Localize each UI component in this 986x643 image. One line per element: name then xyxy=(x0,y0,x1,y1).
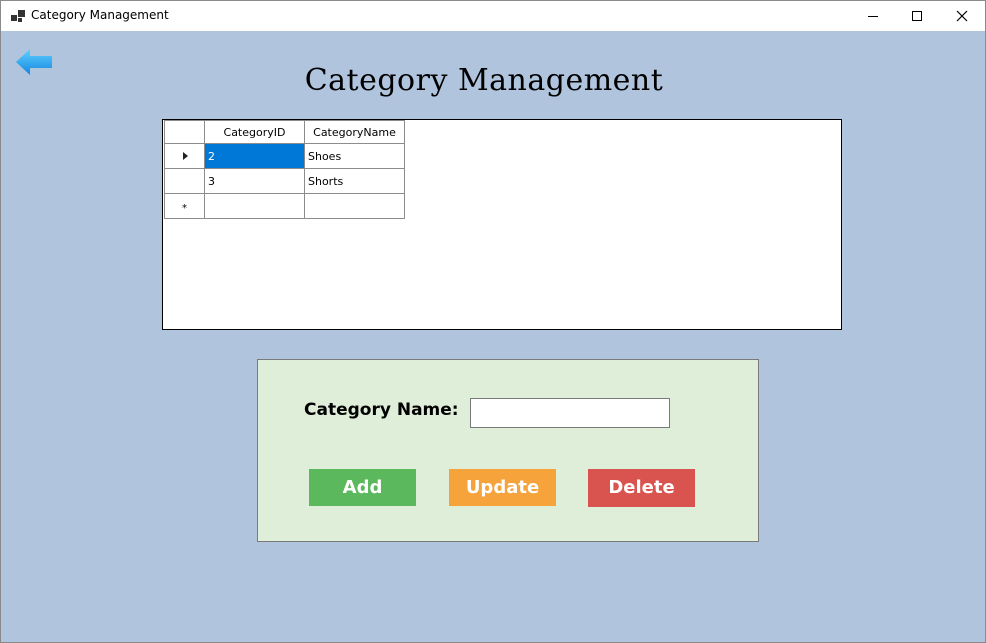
category-name-label: Category Name: xyxy=(304,400,459,420)
close-icon xyxy=(956,10,968,22)
window-title: Category Management xyxy=(31,8,169,22)
category-table: CategoryID CategoryName 2 Shoes 3 Shorts… xyxy=(164,120,405,219)
maximize-icon xyxy=(912,11,922,21)
minimize-button[interactable] xyxy=(850,1,896,31)
category-name-input[interactable] xyxy=(470,398,670,428)
app-icon xyxy=(11,10,25,22)
update-button[interactable]: Update xyxy=(449,469,556,506)
cell-categoryid[interactable] xyxy=(204,193,305,219)
close-button[interactable] xyxy=(939,1,985,31)
page-title: Category Management xyxy=(304,63,664,98)
maximize-button[interactable] xyxy=(894,1,940,31)
table-row[interactable]: 3 Shorts xyxy=(164,168,405,194)
title-bar[interactable]: Category Management xyxy=(1,1,985,31)
add-button[interactable]: Add xyxy=(309,469,416,506)
minimize-icon xyxy=(868,16,878,17)
app-window: Category Management Category Management xyxy=(0,0,986,643)
row-header-current[interactable] xyxy=(164,143,205,169)
category-form-panel: Category Name: Add Update Delete xyxy=(257,359,759,542)
current-row-icon xyxy=(183,151,188,160)
row-header-new[interactable]: * xyxy=(164,193,205,219)
cell-categoryname[interactable]: Shoes xyxy=(304,143,405,169)
cell-categoryid[interactable]: 2 xyxy=(204,143,305,169)
table-header-row: CategoryID CategoryName xyxy=(164,120,405,144)
table-row[interactable]: 2 Shoes xyxy=(164,143,405,169)
new-row-icon: * xyxy=(182,202,187,214)
cell-categoryid[interactable]: 3 xyxy=(204,168,305,194)
cell-categoryname[interactable]: Shorts xyxy=(304,168,405,194)
cell-categoryname[interactable] xyxy=(304,193,405,219)
column-header-categoryid[interactable]: CategoryID xyxy=(204,120,305,144)
delete-button[interactable]: Delete xyxy=(588,469,695,507)
column-header-categoryname[interactable]: CategoryName xyxy=(304,120,405,144)
row-header[interactable] xyxy=(164,168,205,194)
category-grid[interactable]: CategoryID CategoryName 2 Shoes 3 Shorts… xyxy=(162,119,842,330)
row-header-corner xyxy=(164,120,205,144)
table-row-new[interactable]: * xyxy=(164,193,405,219)
